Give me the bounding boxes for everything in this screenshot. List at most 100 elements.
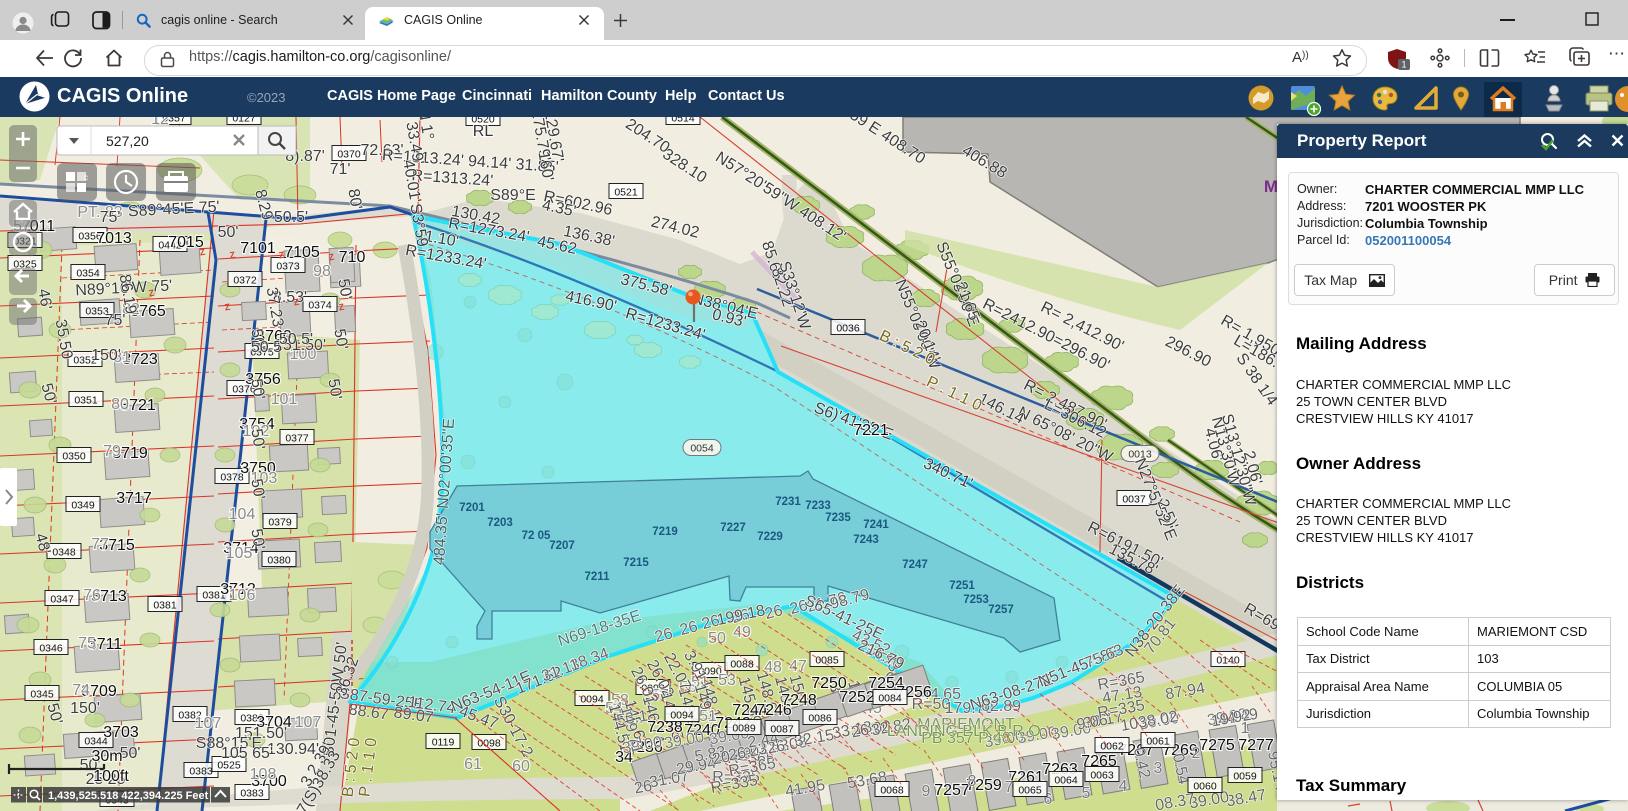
svg-text:0061: 0061 <box>1146 736 1170 748</box>
svg-text:50': 50' <box>247 527 267 550</box>
svg-text:7235: 7235 <box>825 512 851 524</box>
svg-text:79: 79 <box>103 443 121 460</box>
svg-text:75': 75' <box>100 209 121 226</box>
svg-text:7248: 7248 <box>781 692 817 709</box>
svg-text:46': 46' <box>34 287 54 310</box>
svg-text:51: 51 <box>699 708 717 725</box>
svg-text:0119: 0119 <box>432 737 455 749</box>
svg-text:50': 50' <box>324 377 344 400</box>
svg-text:50: 50 <box>708 630 726 647</box>
svg-text:80: 80 <box>111 396 129 413</box>
svg-text:0350: 0350 <box>62 451 86 463</box>
svg-text:0086: 0086 <box>808 713 832 725</box>
svg-text:4: 4 <box>1119 778 1128 795</box>
svg-text:47: 47 <box>789 658 807 675</box>
svg-text:50': 50' <box>247 477 267 500</box>
svg-text:0373: 0373 <box>276 261 300 273</box>
svg-text:7013: 7013 <box>96 230 132 247</box>
svg-text:150': 150' <box>70 700 100 717</box>
svg-text:60: 60 <box>512 758 530 775</box>
svg-text:7229: 7229 <box>757 531 783 543</box>
svg-text:50': 50' <box>334 277 354 300</box>
svg-text:7227: 7227 <box>720 522 746 534</box>
svg-text:7233: 7233 <box>805 500 831 512</box>
svg-text:0351: 0351 <box>74 395 98 407</box>
svg-text:7253: 7253 <box>963 594 989 606</box>
svg-text:7: 7 <box>1005 779 1014 796</box>
svg-text:0374: 0374 <box>308 300 332 312</box>
svg-text:101: 101 <box>271 391 298 408</box>
svg-text:7105: 7105 <box>284 244 320 261</box>
svg-text:7251: 7251 <box>949 580 975 592</box>
svg-text:7231: 7231 <box>775 496 801 508</box>
svg-text:0054: 0054 <box>690 443 714 455</box>
svg-text:26: 26 <box>633 778 654 798</box>
svg-text:PB 357 P 48: PB 357 P 48 <box>921 730 1011 747</box>
svg-text:1: 1 <box>1241 720 1250 737</box>
svg-text:76: 76 <box>83 587 101 604</box>
svg-text:7203: 7203 <box>487 517 513 529</box>
svg-text:7257: 7257 <box>934 782 970 799</box>
svg-text:7201: 7201 <box>459 502 485 514</box>
svg-text:0094: 0094 <box>670 710 694 722</box>
svg-text:7101: 7101 <box>240 240 276 257</box>
svg-text:7247: 7247 <box>902 559 928 571</box>
svg-text:0514: 0514 <box>671 117 695 125</box>
svg-text:50': 50' <box>247 377 267 400</box>
svg-text:S89°E: S89°E <box>490 187 536 204</box>
svg-text:7275: 7275 <box>1199 737 1235 754</box>
svg-text:2: 2 <box>1192 745 1201 762</box>
svg-text:0521: 0521 <box>614 187 638 199</box>
svg-text:0089: 0089 <box>732 723 756 735</box>
svg-text:0060: 0060 <box>1193 781 1217 793</box>
svg-text:80': 80' <box>344 187 364 210</box>
svg-text:75': 75' <box>105 312 126 329</box>
svg-text:0059: 0059 <box>1233 771 1257 783</box>
svg-text:0140: 0140 <box>1216 655 1240 667</box>
svg-text:108: 108 <box>250 766 277 783</box>
svg-text:50.5': 50.5' <box>274 209 308 226</box>
svg-text:8: 8 <box>968 773 977 790</box>
svg-text:150': 150' <box>91 347 121 364</box>
svg-text:7257: 7257 <box>988 604 1014 616</box>
svg-text:0345: 0345 <box>30 689 54 701</box>
svg-text:100ft: 100ft <box>93 768 129 785</box>
svg-text:0354: 0354 <box>76 268 100 280</box>
svg-text:3: 3 <box>1154 760 1163 777</box>
svg-text:71': 71' <box>330 161 351 178</box>
svg-text:0379: 0379 <box>268 517 292 529</box>
svg-text:61: 61 <box>464 756 482 773</box>
svg-text:106: 106 <box>229 587 256 604</box>
svg-text:77: 77 <box>91 536 109 553</box>
svg-text:107: 107 <box>195 715 222 732</box>
svg-text:0381: 0381 <box>153 600 177 612</box>
svg-text:105: 105 <box>226 545 253 562</box>
svg-text:107: 107 <box>295 714 322 731</box>
svg-text:50': 50' <box>218 224 239 241</box>
svg-text:7207: 7207 <box>549 540 575 552</box>
svg-text:74: 74 <box>72 682 90 699</box>
svg-text:3717: 3717 <box>116 490 152 507</box>
svg-text:0348: 0348 <box>52 547 76 559</box>
svg-text:0068: 0068 <box>880 785 904 797</box>
svg-text:3703: 3703 <box>103 724 139 741</box>
svg-text:0064: 0064 <box>1054 775 1078 787</box>
svg-text:50': 50' <box>247 427 267 450</box>
svg-text:0372: 0372 <box>233 275 257 287</box>
svg-text:0037: 0037 <box>1122 494 1146 506</box>
svg-text:50': 50' <box>120 745 141 762</box>
svg-text:c: c <box>84 173 88 182</box>
svg-text:5: 5 <box>1082 785 1091 802</box>
svg-text:0084: 0084 <box>878 693 902 705</box>
svg-text:105 65': 105 65' <box>221 745 273 762</box>
svg-text:0370: 0370 <box>337 149 361 161</box>
svg-text:0347: 0347 <box>50 594 74 606</box>
svg-text:50.5': 50.5' <box>279 331 313 348</box>
svg-text:72 05: 72 05 <box>522 530 551 542</box>
svg-text:1: 1 <box>1401 60 1406 70</box>
svg-text:0088: 0088 <box>730 659 754 671</box>
svg-text:0383: 0383 <box>189 766 213 778</box>
svg-text:7211: 7211 <box>585 571 611 583</box>
svg-text:1,439,525.518 422,394.225 Feet: 1,439,525.518 422,394.225 Feet <box>48 790 209 802</box>
svg-text:527,20: 527,20 <box>106 133 149 149</box>
